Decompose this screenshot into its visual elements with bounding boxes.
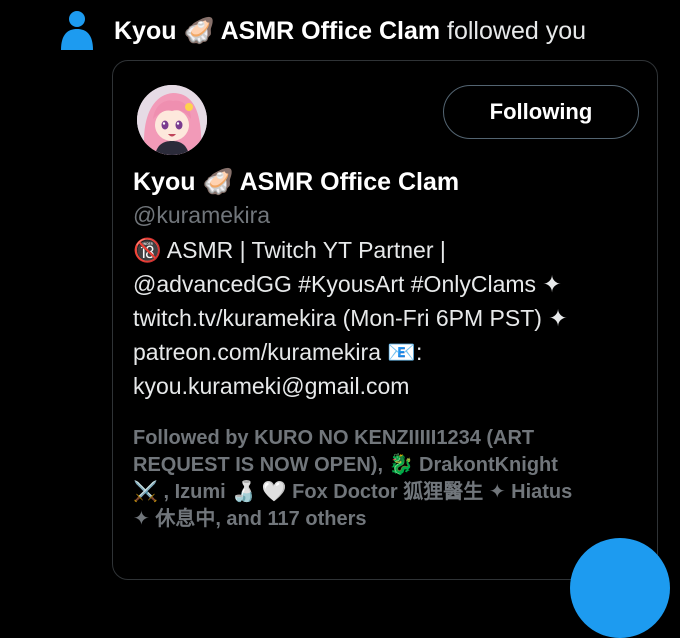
- compose-button[interactable]: [570, 538, 670, 638]
- bio-line: @advancedGG #KyousArt #OnlyClams ✦: [133, 271, 562, 297]
- bio-line: kyou.kurameki@gmail.com: [133, 373, 410, 399]
- avatar-image: [137, 85, 207, 155]
- user-card[interactable]: Following Kyou 🦪 ASMR Office Clam @kuram…: [112, 60, 658, 580]
- followed-by-line: ✦ 休息中, and 117 others: [133, 508, 367, 530]
- notification-user-name[interactable]: Kyou 🦪 ASMR Office Clam: [114, 17, 440, 45]
- bio-line: 🔞 ASMR | Twitch YT Partner |: [133, 237, 446, 263]
- following-button[interactable]: Following: [443, 85, 639, 139]
- followed-by-summary[interactable]: Followed by KURO NO KENZIIIII1234 (ART R…: [133, 425, 633, 533]
- bio-line: patreon.com/kuramekira 📧:: [133, 339, 423, 365]
- display-name[interactable]: Kyou 🦪 ASMR Office Clam: [133, 167, 459, 197]
- bio-line: twitch.tv/kuramekira (Mon-Fri 6PM PST) ✦: [133, 305, 568, 331]
- followed-by-line: REQUEST IS NOW OPEN), 🐉 DrakontKnight: [133, 454, 558, 476]
- follow-notification[interactable]: Kyou 🦪 ASMR Office Clam followed you: [60, 10, 670, 54]
- notification-action: followed you: [447, 17, 587, 45]
- avatar[interactable]: [137, 85, 207, 155]
- followed-by-line: ⚔️ , Izumi 🍶 🤍 Fox Doctor 狐狸醫生 ✦ Hiatus: [133, 481, 573, 503]
- followed-by-line: Followed by KURO NO KENZIIIII1234 (ART: [133, 427, 535, 449]
- user-handle[interactable]: @kuramekira: [133, 201, 270, 229]
- person-icon: [61, 11, 93, 50]
- notification-text: Kyou 🦪 ASMR Office Clam followed you: [114, 16, 586, 46]
- user-bio: 🔞 ASMR | Twitch YT Partner | @advancedGG…: [133, 233, 643, 403]
